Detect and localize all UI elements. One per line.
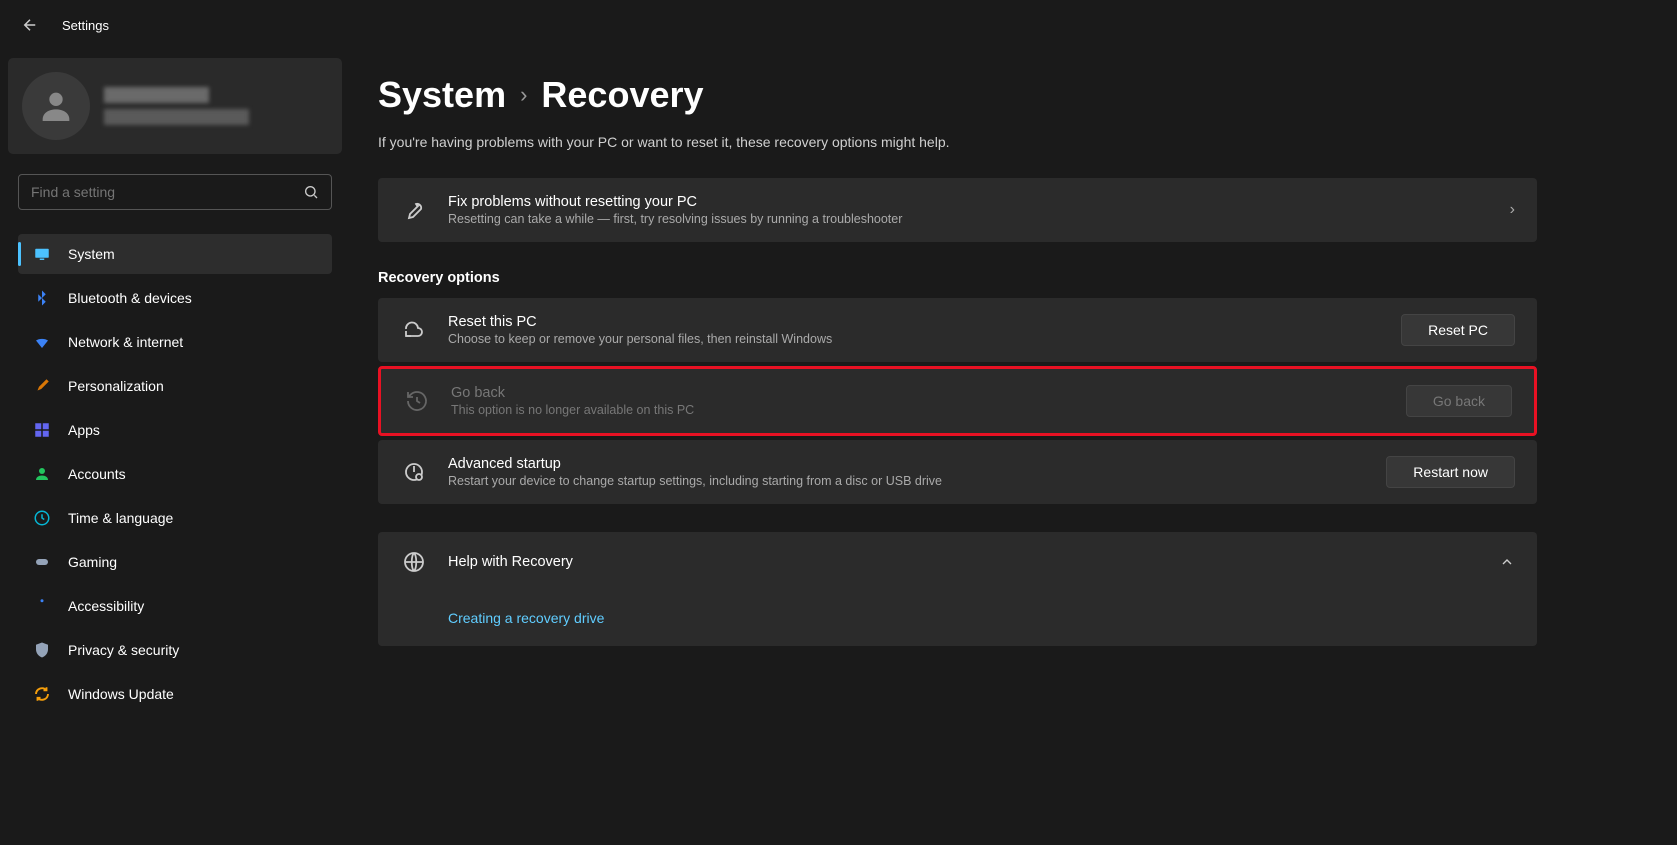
- app-title: Settings: [62, 18, 109, 33]
- advanced-startup-card: Advanced startup Restart your device to …: [378, 440, 1537, 504]
- sidebar-item-label: Personalization: [68, 378, 164, 394]
- wrench-icon: [400, 196, 428, 224]
- bluetooth-icon: [32, 288, 52, 308]
- reset-pc-button[interactable]: Reset PC: [1401, 314, 1515, 346]
- shield-icon: [32, 640, 52, 660]
- card-subtitle: Restart your device to change startup se…: [448, 474, 1366, 488]
- content-area: System › Recovery If you're having probl…: [350, 50, 1677, 845]
- profile-email-blurred: [104, 109, 249, 125]
- troubleshoot-card[interactable]: Fix problems without resetting your PC R…: [378, 178, 1537, 242]
- avatar: [22, 72, 90, 140]
- breadcrumb-current: Recovery: [541, 74, 703, 116]
- card-title: Reset this PC: [448, 314, 1381, 330]
- search-box[interactable]: [18, 174, 332, 210]
- card-title: Advanced startup: [448, 456, 1366, 472]
- sidebar-item-label: System: [68, 246, 115, 262]
- gamepad-icon: [32, 552, 52, 572]
- help-recovery-card[interactable]: Help with Recovery: [378, 532, 1537, 592]
- sidebar-item-system[interactable]: System: [18, 234, 332, 274]
- breadcrumb-parent[interactable]: System: [378, 74, 506, 116]
- reset-pc-card: Reset this PC Choose to keep or remove y…: [378, 298, 1537, 362]
- restart-now-button[interactable]: Restart now: [1386, 456, 1515, 488]
- person-icon: [36, 86, 76, 126]
- help-link-row: Creating a recovery drive: [378, 592, 1537, 646]
- profile-card[interactable]: [8, 58, 342, 154]
- profile-name-blurred: [104, 87, 209, 103]
- sidebar-item-label: Accessibility: [68, 598, 144, 614]
- wifi-icon: [32, 332, 52, 352]
- card-title: Help with Recovery: [448, 554, 1479, 570]
- sidebar-item-apps[interactable]: Apps: [18, 410, 332, 450]
- section-header: Recovery options: [378, 270, 1537, 286]
- card-subtitle: Choose to keep or remove your personal f…: [448, 332, 1381, 346]
- recovery-drive-link[interactable]: Creating a recovery drive: [448, 610, 604, 626]
- sidebar-item-label: Network & internet: [68, 334, 183, 350]
- card-title: Fix problems without resetting your PC: [448, 194, 1490, 210]
- sidebar: System Bluetooth & devices Network & int…: [0, 50, 350, 845]
- apps-icon: [32, 420, 52, 440]
- person-icon: [32, 464, 52, 484]
- search-icon: [303, 184, 319, 200]
- sidebar-item-update[interactable]: Windows Update: [18, 674, 332, 714]
- card-subtitle: This option is no longer available on th…: [451, 403, 1386, 417]
- history-icon: [403, 387, 431, 415]
- clock-icon: [32, 508, 52, 528]
- sidebar-item-privacy[interactable]: Privacy & security: [18, 630, 332, 670]
- sidebar-item-personalization[interactable]: Personalization: [18, 366, 332, 406]
- card-title: Go back: [451, 385, 1386, 401]
- go-back-button: Go back: [1406, 385, 1512, 417]
- sidebar-item-time[interactable]: Time & language: [18, 498, 332, 538]
- page-description: If you're having problems with your PC o…: [378, 134, 1537, 150]
- power-gear-icon: [400, 458, 428, 486]
- sidebar-item-label: Time & language: [68, 510, 173, 526]
- nav-list: System Bluetooth & devices Network & int…: [8, 234, 342, 714]
- sidebar-item-gaming[interactable]: Gaming: [18, 542, 332, 582]
- sidebar-item-label: Apps: [68, 422, 100, 438]
- sidebar-item-label: Gaming: [68, 554, 117, 570]
- sidebar-item-label: Bluetooth & devices: [68, 290, 192, 306]
- accessibility-icon: [32, 596, 52, 616]
- arrow-left-icon: [21, 16, 39, 34]
- sidebar-item-label: Windows Update: [68, 686, 174, 702]
- sidebar-item-accessibility[interactable]: Accessibility: [18, 586, 332, 626]
- update-icon: [32, 684, 52, 704]
- sidebar-item-bluetooth[interactable]: Bluetooth & devices: [18, 278, 332, 318]
- search-input[interactable]: [31, 184, 303, 200]
- brush-icon: [32, 376, 52, 396]
- go-back-card: Go back This option is no longer availab…: [378, 366, 1537, 436]
- back-button[interactable]: [14, 9, 46, 41]
- globe-icon: [400, 548, 428, 576]
- profile-text: [104, 87, 249, 125]
- sidebar-item-accounts[interactable]: Accounts: [18, 454, 332, 494]
- sidebar-item-network[interactable]: Network & internet: [18, 322, 332, 362]
- sidebar-item-label: Accounts: [68, 466, 126, 482]
- chevron-up-icon: [1499, 554, 1515, 570]
- breadcrumb: System › Recovery: [378, 74, 1537, 116]
- monitor-icon: [32, 244, 52, 264]
- chevron-right-icon: ›: [1510, 201, 1515, 219]
- chevron-right-icon: ›: [520, 82, 527, 108]
- reset-icon: [400, 316, 428, 344]
- sidebar-item-label: Privacy & security: [68, 642, 179, 658]
- card-subtitle: Resetting can take a while — first, try …: [448, 212, 1490, 226]
